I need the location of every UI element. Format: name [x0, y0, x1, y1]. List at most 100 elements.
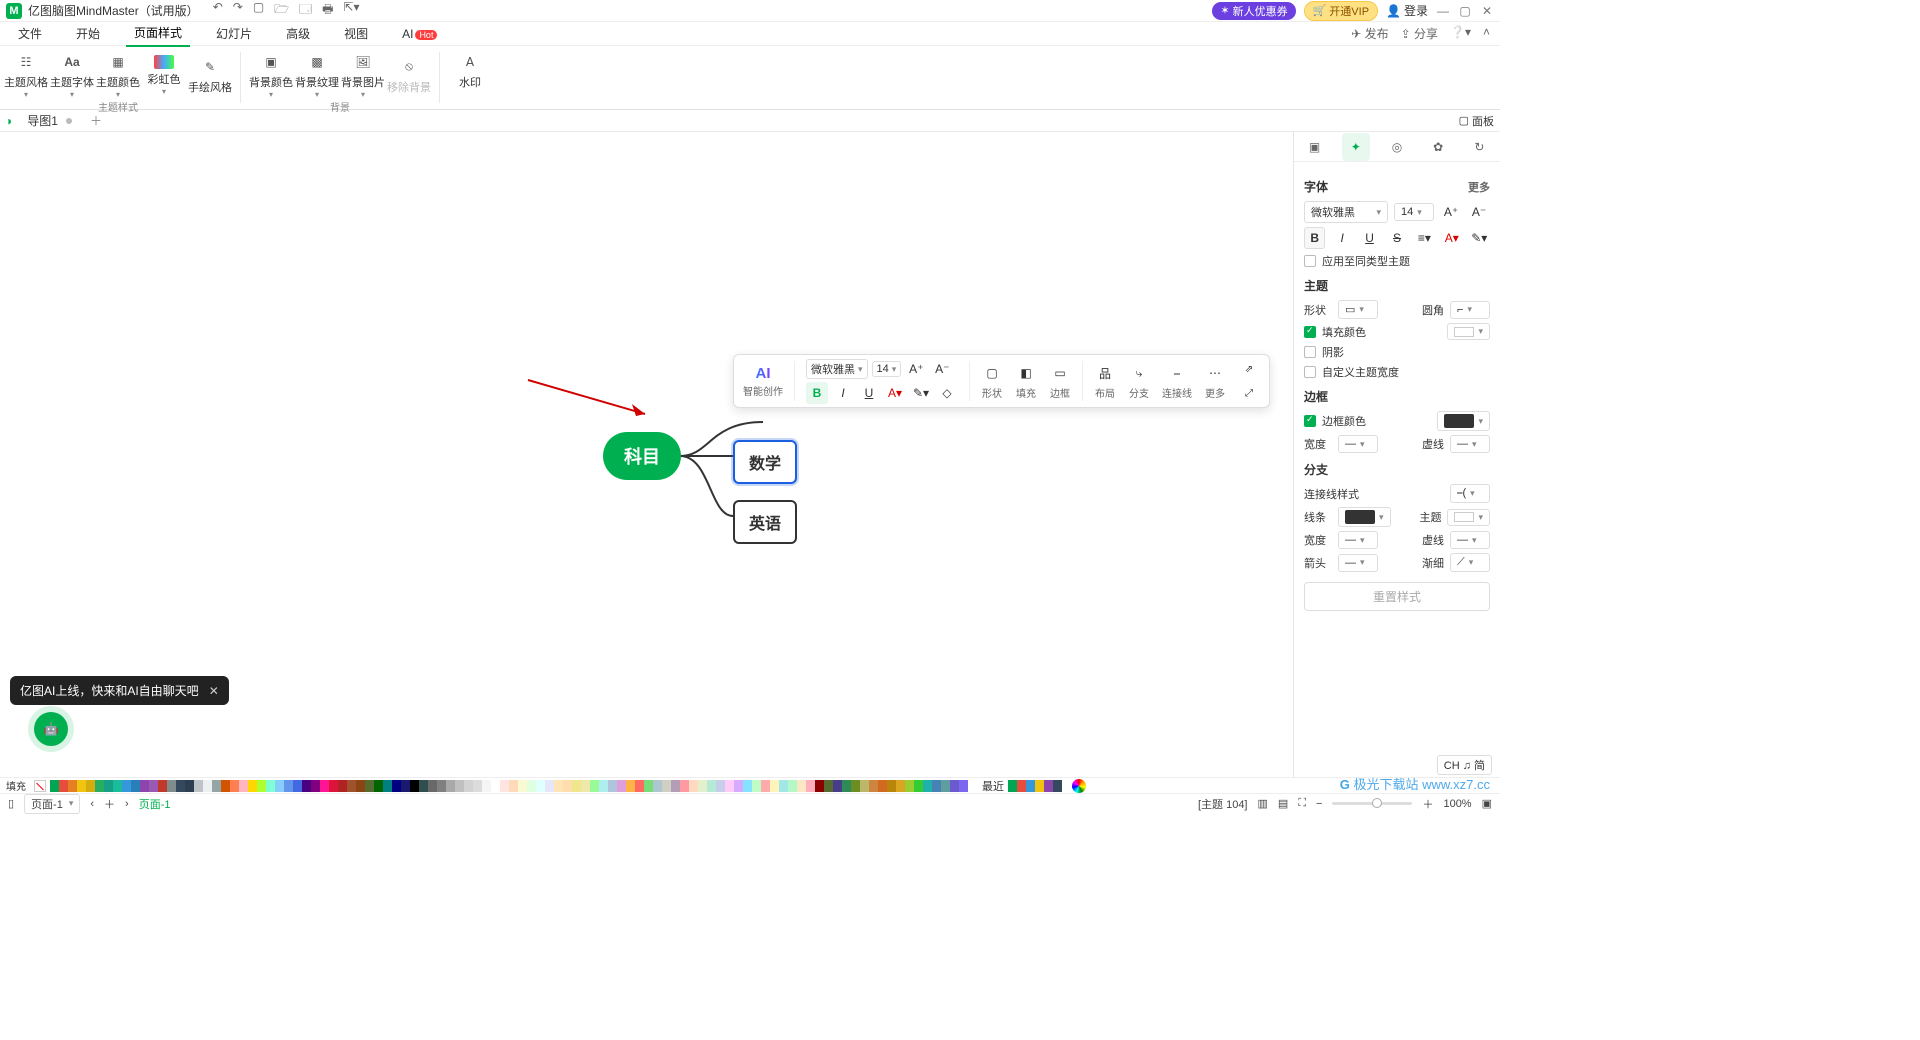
no-fill-icon[interactable] — [34, 780, 46, 792]
menu-file[interactable]: 文件 — [10, 21, 50, 46]
fb-bold[interactable]: B — [806, 382, 828, 404]
underline-button[interactable]: U — [1359, 227, 1380, 249]
file-tab[interactable]: 导图1 — [21, 112, 78, 129]
ribbon-watermark[interactable]: 𝖠水印 — [450, 48, 490, 90]
ai-fab-button[interactable]: 🤖 — [34, 712, 68, 746]
fb-shape[interactable]: ▢形状 — [978, 358, 1006, 404]
ribbon-hand-drawn[interactable]: ✎手绘风格 — [190, 48, 230, 99]
zoom-in-icon[interactable]: ＋ — [1422, 796, 1433, 812]
fb-border[interactable]: ▭边框 — [1046, 358, 1074, 404]
font-family-select[interactable]: 微软雅黑▾ — [1304, 201, 1388, 223]
fb-more[interactable]: ⋯更多 — [1201, 358, 1229, 404]
next-page-icon[interactable]: › — [125, 798, 129, 810]
menu-view[interactable]: 视图 — [336, 21, 376, 46]
canvas[interactable]: 科目 数学 英语 AI 智能创作 微软雅黑▾ 14▾ A⁺ A⁻ B I U — [0, 132, 1293, 777]
ribbon-bg-color[interactable]: ▣背景颜色▾ — [251, 48, 291, 99]
add-page-icon[interactable]: ＋ — [104, 796, 115, 812]
fb-pin-icon[interactable]: ⇗ — [1238, 358, 1260, 380]
reset-style-button[interactable]: 重置样式 — [1304, 582, 1490, 611]
redo-icon[interactable]: ↷ — [233, 0, 243, 21]
align-button[interactable]: ≡▾ — [1414, 227, 1435, 249]
ribbon-theme-font[interactable]: Aa主题字体▾ — [52, 48, 92, 99]
font-dec-icon[interactable]: A⁻ — [1468, 201, 1490, 223]
save-icon[interactable]: 🗔 — [299, 0, 312, 21]
zoom-value[interactable]: 100% — [1443, 798, 1471, 810]
export-icon[interactable]: ⇱▾ — [343, 0, 359, 21]
fb-font-color[interactable]: A▾ — [884, 382, 906, 404]
ribbon-theme-style[interactable]: ☷主题风格▾ — [6, 48, 46, 99]
menu-slides[interactable]: 幻灯片 — [208, 21, 260, 46]
fb-font-decrease[interactable]: A⁻ — [931, 358, 953, 380]
rtab-history-icon[interactable]: ↻ — [1465, 133, 1493, 161]
rtab-outline-icon[interactable]: ▣ — [1301, 133, 1329, 161]
root-node[interactable]: 科目 — [603, 432, 681, 480]
fb-clear-format[interactable]: ◇ — [936, 382, 958, 404]
fb-branch[interactable]: ⤷分支 — [1125, 358, 1153, 404]
zoom-out-icon[interactable]: − — [1316, 798, 1322, 810]
menu-advanced[interactable]: 高级 — [278, 21, 318, 46]
outline-view-icon[interactable]: ▯ — [8, 797, 14, 810]
color-picker-icon[interactable] — [1072, 779, 1086, 793]
highlight-button[interactable]: ✎▾ — [1469, 227, 1490, 249]
rtab-style-icon[interactable]: ✦ — [1342, 133, 1370, 161]
fb-expand-icon[interactable]: ⤢ — [1238, 382, 1260, 404]
ribbon-rainbow[interactable]: 彩虹色▾ — [144, 48, 184, 99]
branch-theme-select[interactable]: ▾ — [1447, 509, 1490, 526]
radius-select[interactable]: ⌐ ▾ — [1450, 301, 1490, 319]
branch-width-select[interactable]: — ▾ — [1338, 531, 1378, 549]
toggle-panel-button[interactable]: ▢ 面板 — [1459, 113, 1494, 129]
recent-swatches[interactable] — [1008, 780, 1062, 792]
shadow-checkbox[interactable] — [1304, 346, 1316, 358]
fb-underline[interactable]: U — [858, 382, 880, 404]
menu-start[interactable]: 开始 — [68, 21, 108, 46]
vip-button[interactable]: 🛒 开通VIP — [1304, 1, 1378, 21]
close-tip-icon[interactable]: ✕ — [209, 684, 219, 698]
publish-button[interactable]: ✈ 发布 — [1351, 25, 1388, 42]
child-node-selected[interactable]: 数学 — [733, 440, 797, 484]
share-button[interactable]: ⇪ 分享 — [1401, 25, 1438, 42]
new-icon[interactable]: ▢ — [253, 0, 264, 21]
zoom-slider[interactable] — [1332, 802, 1412, 805]
page-tab[interactable]: 页面-1 — [139, 796, 171, 812]
border-color-select[interactable]: ▾ — [1437, 411, 1490, 431]
coupon-badge[interactable]: ✶ 新人优惠券 — [1212, 2, 1295, 20]
close-icon[interactable]: ✕ — [1480, 4, 1494, 18]
menu-page-style[interactable]: 页面样式 — [126, 20, 190, 47]
color-swatches[interactable] — [50, 780, 968, 792]
open-icon[interactable]: 🗁 — [274, 0, 289, 21]
undo-icon[interactable]: ↶ — [213, 0, 223, 21]
font-size-select[interactable]: 14▾ — [1394, 203, 1434, 221]
rtab-icon-icon[interactable]: ✿ — [1424, 133, 1452, 161]
fill-color-select[interactable]: ▾ — [1447, 323, 1490, 340]
fullscreen-icon[interactable]: ⛶ — [1298, 797, 1306, 810]
strike-button[interactable]: S — [1386, 227, 1407, 249]
border-dash-select[interactable]: — ▾ — [1450, 435, 1490, 453]
arrow-select[interactable]: — ▾ — [1338, 554, 1378, 572]
fb-ai[interactable]: AI 智能创作 — [740, 358, 786, 404]
layout2-icon[interactable]: ▤ — [1278, 797, 1288, 810]
minimize-icon[interactable]: — — [1436, 4, 1450, 18]
rtab-mark-icon[interactable]: ◎ — [1383, 133, 1411, 161]
font-inc-icon[interactable]: A⁺ — [1440, 201, 1462, 223]
line-color-select[interactable]: ▾ — [1338, 507, 1391, 527]
fb-fill[interactable]: ◧填充 — [1012, 358, 1040, 404]
italic-button[interactable]: I — [1331, 227, 1352, 249]
font-more[interactable]: 更多 — [1468, 179, 1490, 195]
fit-icon[interactable]: ▣ — [1482, 797, 1492, 810]
print-icon[interactable]: 🖶 — [322, 0, 333, 21]
custom-width-checkbox[interactable] — [1304, 366, 1316, 378]
fb-font-increase[interactable]: A⁺ — [905, 358, 927, 380]
fb-highlight[interactable]: ✎▾ — [910, 382, 932, 404]
ribbon-theme-color[interactable]: ▦主题颜色▾ — [98, 48, 138, 99]
layout1-icon[interactable]: ▥ — [1258, 797, 1268, 810]
ribbon-bg-image[interactable]: 🖼背景图片▾ — [343, 48, 383, 99]
fb-size-select[interactable]: 14▾ — [872, 361, 902, 377]
bold-button[interactable]: B — [1304, 227, 1325, 249]
child-node[interactable]: 英语 — [733, 500, 797, 544]
shape-select[interactable]: ▭ ▾ — [1338, 300, 1378, 319]
fb-italic[interactable]: I — [832, 382, 854, 404]
maximize-icon[interactable]: ▢ — [1458, 4, 1472, 18]
font-color-button[interactable]: A▾ — [1441, 227, 1462, 249]
apply-same-checkbox[interactable] — [1304, 255, 1316, 267]
menu-ai[interactable]: AIHot — [394, 23, 445, 45]
